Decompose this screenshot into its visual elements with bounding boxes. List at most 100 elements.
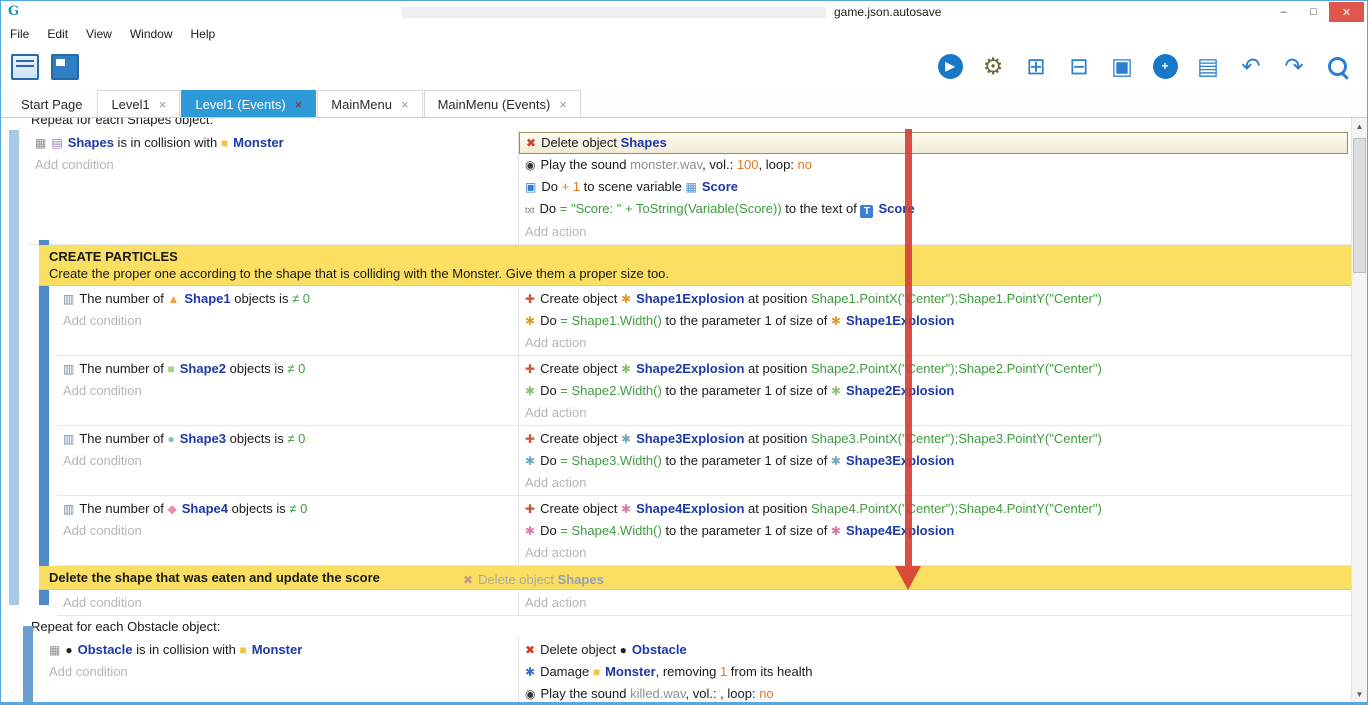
add-circle-button[interactable]: + [1151,52,1179,80]
add-event-button[interactable]: ⊞ [1022,52,1050,80]
repeat-event-header[interactable]: Repeat for each Obstacle object: [29,616,1351,637]
add-action-slot[interactable]: Add action [519,332,1351,353]
comment-block[interactable]: Delete the shape that was eaten and upda… [39,566,1351,590]
text-segment: at position [744,431,811,446]
menu-window[interactable]: Window [121,27,182,41]
add-action-slot[interactable]: Add action [519,221,1351,242]
explosion4-icon: ✱ [525,521,535,542]
conditions-column: ▦▤Shapes is in collision with ■MonsterAd… [29,130,518,244]
text-segment: to the parameter 1 of size of [662,453,831,468]
menu-view[interactable]: View [77,27,121,41]
comment-block[interactable]: CREATE PARTICLESCreate the proper one ac… [39,245,1351,286]
tab-close-icon[interactable]: × [401,97,409,112]
action-row[interactable]: ✚Create object ✱Shape2Explosion at posit… [519,358,1351,380]
text-segment: monster.wav [630,157,702,172]
tab-start-page[interactable]: Start Page [7,90,96,117]
shape4-icon: ◆ [168,499,177,520]
tab-close-icon[interactable]: × [295,97,303,112]
tab-level1[interactable]: Level1× [97,90,180,117]
text-segment: The number of [79,361,167,376]
preview-button[interactable]: ▶ [936,52,964,80]
action-row[interactable]: ✚Create object ✱Shape4Explosion at posit… [519,498,1351,520]
condition-row[interactable]: ▦●Obstacle is in collision with ■Monster [43,639,518,661]
text-segment: The number of [79,291,167,306]
scroll-thumb[interactable] [1353,138,1366,273]
minimize-button[interactable]: – [1269,2,1298,22]
conditions-column: ▥The number of ◆Shape4 objects is ≠ 0Add… [57,496,518,565]
open-project-button[interactable] [51,53,79,81]
tab-level1-events[interactable]: Level1 (Events)× [181,90,316,117]
undo-button[interactable]: ↶ [1237,52,1265,80]
close-button[interactable]: ✕ [1329,2,1364,22]
condition-row[interactable]: ▥The number of ■Shape2 objects is ≠ 0 [57,358,518,380]
obstacle-icon: ● [620,640,627,661]
action-row[interactable]: ✚Create object ✱Shape1Explosion at posit… [519,288,1351,310]
add-action-slot[interactable]: Add action [519,592,1351,613]
add-condition-slot[interactable]: Add condition [57,450,518,471]
text-segment: Damage [540,664,593,679]
text-segment: Delete object [540,642,620,657]
add-action-slot[interactable]: Add action [519,472,1351,493]
search-button[interactable] [1323,52,1351,80]
toggle-panel-button[interactable]: ▤ [1194,52,1222,80]
count-icon: ▥ [63,429,74,450]
tab-mainmenu[interactable]: MainMenu× [317,90,422,117]
text-segment: to the parameter 1 of size of [662,523,831,538]
scroll-down-icon[interactable]: ▼ [1352,686,1367,702]
tab-mainmenu-events[interactable]: MainMenu (Events)× [424,90,581,117]
menu-edit[interactable]: Edit [38,27,77,41]
add-condition-slot[interactable]: Add condition [57,592,518,613]
action-row[interactable]: ✖Delete object Shapes [519,132,1348,154]
event-gutter-bar[interactable] [23,626,33,702]
action-row[interactable]: txtDo = "Score: " + ToString(Variable(Sc… [519,198,1351,221]
add-action-slot[interactable]: Add action [519,402,1351,423]
condition-row[interactable]: ▥The number of ▲Shape1 objects is ≠ 0 [57,288,518,310]
event-gutter-bar[interactable] [39,240,49,605]
text-segment: Do [541,179,561,194]
text-segment: is in collision with [114,135,221,150]
condition-row[interactable]: ▥The number of ●Shape3 objects is ≠ 0 [57,428,518,450]
text-segment: , vol.: , loop: [686,686,760,701]
action-row[interactable]: ✖Delete object ●Obstacle [519,639,1351,661]
text-segment: Monster [605,664,656,679]
explosion2-icon: ✱ [831,381,841,402]
action-row[interactable]: ✱Do = Shape3.Width() to the parameter 1 … [519,450,1351,472]
text-object-icon: T [860,205,873,218]
condition-row[interactable]: ▥The number of ◆Shape4 objects is ≠ 0 [57,498,518,520]
add-condition-slot[interactable]: Add condition [57,520,518,541]
redo-button[interactable]: ↷ [1280,52,1308,80]
menu-help[interactable]: Help [182,27,225,41]
scroll-up-icon[interactable]: ▲ [1352,118,1367,134]
vertical-scrollbar[interactable]: ▲ ▼ [1351,118,1367,702]
action-row[interactable]: ◉Play the sound killed.wav, vol.: , loop… [519,683,1351,702]
text-segment: Shape3 [180,431,226,446]
action-row[interactable]: ✱Do = Shape2.Width() to the parameter 1 … [519,380,1351,402]
condition-row[interactable]: ▦▤Shapes is in collision with ■Monster [29,132,518,154]
add-condition-slot[interactable]: Add condition [57,310,518,331]
debugger-button[interactable]: ⚙ [979,52,1007,80]
action-row[interactable]: ▣Do + 1 to scene variable ▦Score [519,176,1351,198]
add-condition-slot[interactable]: Add condition [29,154,518,175]
add-condition-slot[interactable]: Add condition [57,380,518,401]
new-project-button[interactable] [11,53,39,81]
event-gutter-bar[interactable] [9,130,19,605]
add-action-slot[interactable]: Add action [519,542,1351,563]
window-badge-icon: ▣ [1111,55,1133,78]
action-row[interactable]: ✱Do = Shape1.Width() to the parameter 1 … [519,310,1351,332]
text-segment: Shape2 [180,361,226,376]
add-condition-slot[interactable]: Add condition [43,661,518,682]
tab-close-icon[interactable]: × [559,97,567,112]
text-segment: Obstacle [632,642,687,657]
maximize-button[interactable]: □ [1299,2,1328,22]
add-comment-button[interactable]: ▣ [1108,52,1136,80]
tab-close-icon[interactable]: × [159,97,167,112]
text-segment: ≠ 0 [287,431,305,446]
action-row[interactable]: ✱Do = Shape4.Width() to the parameter 1 … [519,520,1351,542]
count-icon: ▥ [63,289,74,310]
action-row[interactable]: ✚Create object ✱Shape3Explosion at posit… [519,428,1351,450]
action-row[interactable]: ✱Damage ■Monster, removing 1 from its he… [519,661,1351,683]
menu-file[interactable]: File [1,27,38,41]
add-subevent-button[interactable]: ⊟ [1065,52,1093,80]
actions-column: ✚Create object ✱Shape4Explosion at posit… [518,496,1351,565]
action-row[interactable]: ◉Play the sound monster.wav, vol.: 100, … [519,154,1351,176]
